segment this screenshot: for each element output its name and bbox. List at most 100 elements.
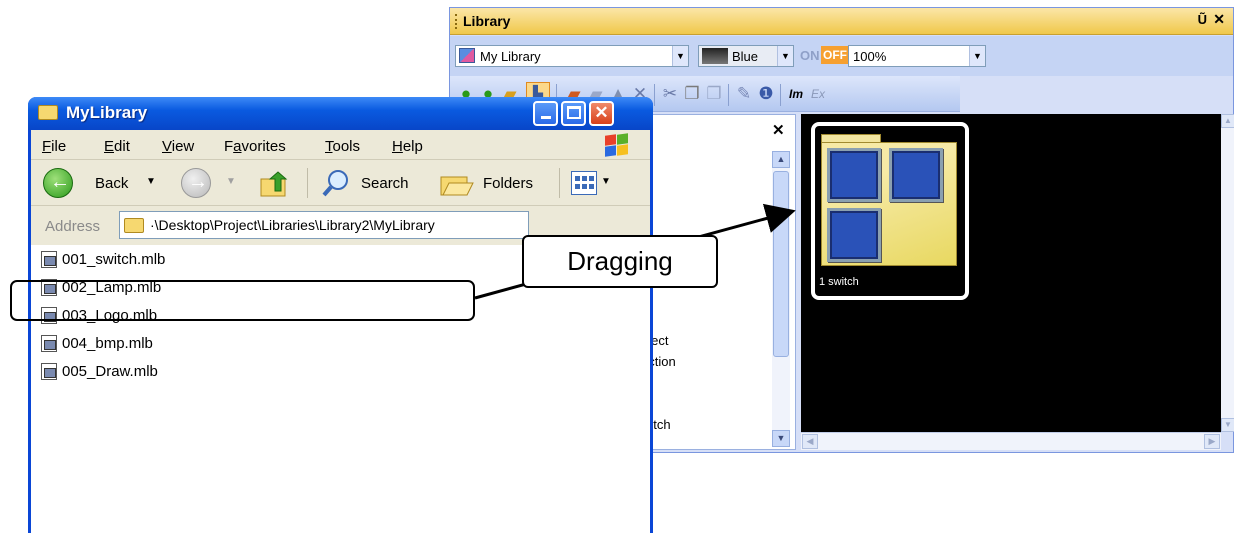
switch-square-icon bbox=[889, 148, 943, 202]
maximize-icon bbox=[567, 106, 581, 119]
paste-icon[interactable]: ❐ bbox=[704, 84, 724, 104]
back-arrow-icon[interactable]: ← bbox=[43, 168, 73, 198]
folders-icon[interactable] bbox=[439, 171, 475, 197]
menu-file[interactable]: File bbox=[42, 138, 66, 155]
switch-square-icon bbox=[827, 148, 881, 202]
on-toggle[interactable]: ON bbox=[800, 48, 820, 63]
menu-edit[interactable]: Edit bbox=[104, 138, 130, 155]
scroll-thumb[interactable] bbox=[773, 171, 789, 357]
views-dropdown-icon[interactable]: ▼ bbox=[601, 176, 611, 187]
file-name: 005_Draw.mlb bbox=[62, 363, 158, 380]
search-button-label[interactable]: Search bbox=[361, 175, 409, 192]
minimize-button[interactable] bbox=[533, 101, 558, 126]
menu-tools-accel: T bbox=[325, 138, 333, 155]
mlb-file-icon bbox=[41, 251, 57, 268]
cut-icon[interactable]: ✂ bbox=[660, 84, 680, 104]
copy-icon[interactable]: ❐ bbox=[682, 84, 702, 104]
mlb-file-icon bbox=[41, 335, 57, 352]
drag-grip[interactable] bbox=[455, 14, 458, 29]
toolbar-separator bbox=[307, 168, 308, 198]
scroll-right-icon[interactable]: ▶ bbox=[1204, 434, 1220, 449]
file-name: 001_switch.mlb bbox=[62, 251, 166, 268]
menu-help-accel: H bbox=[392, 138, 403, 155]
library-title: Library bbox=[463, 13, 511, 29]
address-input[interactable]: ·\Desktop\Project\Libraries\Library2\MyL… bbox=[119, 211, 529, 239]
drag-source-highlight bbox=[10, 280, 475, 321]
toolbar-separator bbox=[654, 84, 655, 106]
menu-help-label: elp bbox=[402, 138, 423, 155]
menu-favorites-label: vorites bbox=[241, 138, 286, 155]
scroll-down-icon[interactable]: ▼ bbox=[1221, 418, 1234, 432]
windows-logo-icon bbox=[603, 133, 629, 157]
library-select[interactable]: My Library ▼ bbox=[455, 45, 689, 67]
zoom-value: 100% bbox=[853, 49, 887, 64]
tree-item[interactable]: bject bbox=[641, 330, 771, 351]
menu-file-label: ile bbox=[51, 138, 67, 155]
tree-item[interactable]: nction bbox=[641, 351, 771, 372]
export-icon[interactable]: Ex bbox=[808, 84, 828, 104]
arrow-right-glyph: → bbox=[188, 171, 208, 193]
import-icon[interactable]: Im bbox=[786, 84, 806, 104]
library-icon bbox=[459, 48, 475, 63]
library-item-thumbnail[interactable]: 1 switch bbox=[811, 122, 969, 300]
search-icon[interactable] bbox=[321, 168, 351, 198]
back-dropdown-icon[interactable]: ▼ bbox=[146, 176, 156, 187]
minimize-icon bbox=[541, 116, 551, 119]
dragging-callout: Dragging bbox=[522, 235, 718, 288]
zoom-select[interactable]: 100% ▼ bbox=[848, 45, 986, 67]
folders-button-label[interactable]: Folders bbox=[483, 175, 533, 192]
close-button[interactable]: ✕ bbox=[589, 101, 614, 126]
forward-dropdown-icon[interactable]: ▼ bbox=[226, 176, 236, 187]
tree-item[interactable] bbox=[641, 372, 771, 393]
panel-close-button[interactable]: ✕ bbox=[772, 121, 785, 139]
logo-red bbox=[605, 134, 616, 146]
library-select-value: My Library bbox=[480, 49, 541, 64]
chevron-down-icon[interactable]: ▼ bbox=[672, 46, 688, 66]
views-icon[interactable] bbox=[571, 171, 597, 195]
library-close-button[interactable]: ✕ bbox=[1213, 11, 1225, 28]
views-grid-glyph bbox=[575, 176, 594, 189]
tree-item[interactable] bbox=[641, 393, 771, 414]
menu-favorites-accel: a bbox=[233, 138, 242, 155]
scroll-left-icon[interactable]: ◀ bbox=[802, 434, 818, 449]
tree-item[interactable]: witch bbox=[641, 414, 771, 435]
logo-green bbox=[617, 133, 628, 145]
address-label: Address bbox=[45, 218, 101, 235]
forward-arrow-icon[interactable]: → bbox=[181, 168, 211, 198]
mlb-file-icon bbox=[41, 363, 57, 380]
menu-view[interactable]: View bbox=[162, 138, 194, 155]
off-toggle[interactable]: OFF bbox=[821, 46, 849, 64]
color-select[interactable]: Blue ▼ bbox=[698, 45, 794, 67]
toolbar-separator bbox=[559, 168, 560, 198]
toolbar-separator bbox=[780, 84, 781, 106]
scroll-up-icon[interactable]: ▲ bbox=[1221, 114, 1234, 128]
tree-vertical-scrollbar[interactable]: ▲ ▼ bbox=[772, 151, 790, 447]
menu-help[interactable]: Help bbox=[392, 138, 423, 155]
menu-favorites[interactable]: Favorites bbox=[224, 138, 286, 155]
up-folder-icon[interactable] bbox=[259, 171, 289, 197]
color-swatch bbox=[702, 48, 728, 64]
chevron-down-icon[interactable]: ▼ bbox=[969, 46, 985, 66]
arrow-left-glyph: ← bbox=[50, 171, 70, 193]
scroll-down-icon[interactable]: ▼ bbox=[772, 430, 790, 447]
maximize-button[interactable] bbox=[561, 101, 586, 126]
explorer-title-bar[interactable]: MyLibrary ✕ bbox=[28, 97, 653, 130]
pin-icon[interactable]: Ũ bbox=[1198, 12, 1207, 27]
menu-view-label: iew bbox=[171, 138, 195, 155]
library-toolbar-top: My Library ▼ Blue ▼ ON OFF 100% ▼ bbox=[450, 36, 1233, 76]
logo-yellow bbox=[617, 144, 628, 156]
chevron-down-icon[interactable]: ▼ bbox=[777, 46, 793, 66]
address-value: ·\Desktop\Project\Libraries\Library2\MyL… bbox=[150, 217, 435, 233]
edit-pencil-icon[interactable]: ✎ bbox=[734, 84, 754, 104]
preview-horizontal-scrollbar[interactable]: ◀ ▶ bbox=[801, 432, 1221, 450]
back-button-label[interactable]: Back bbox=[95, 175, 128, 192]
menu-edit-accel: E bbox=[104, 138, 115, 155]
folder-icon bbox=[38, 105, 58, 120]
menu-tools-label: ools bbox=[332, 138, 361, 155]
preview-vertical-scrollbar[interactable]: ▲ ▼ bbox=[1221, 114, 1234, 432]
info-icon[interactable]: ❶ bbox=[756, 84, 776, 104]
tree-items: bject nction witch bbox=[641, 330, 771, 435]
library-title-bar[interactable]: Library Ũ ✕ bbox=[450, 8, 1233, 35]
scroll-up-icon[interactable]: ▲ bbox=[772, 151, 790, 168]
menu-tools[interactable]: Tools bbox=[325, 138, 360, 155]
